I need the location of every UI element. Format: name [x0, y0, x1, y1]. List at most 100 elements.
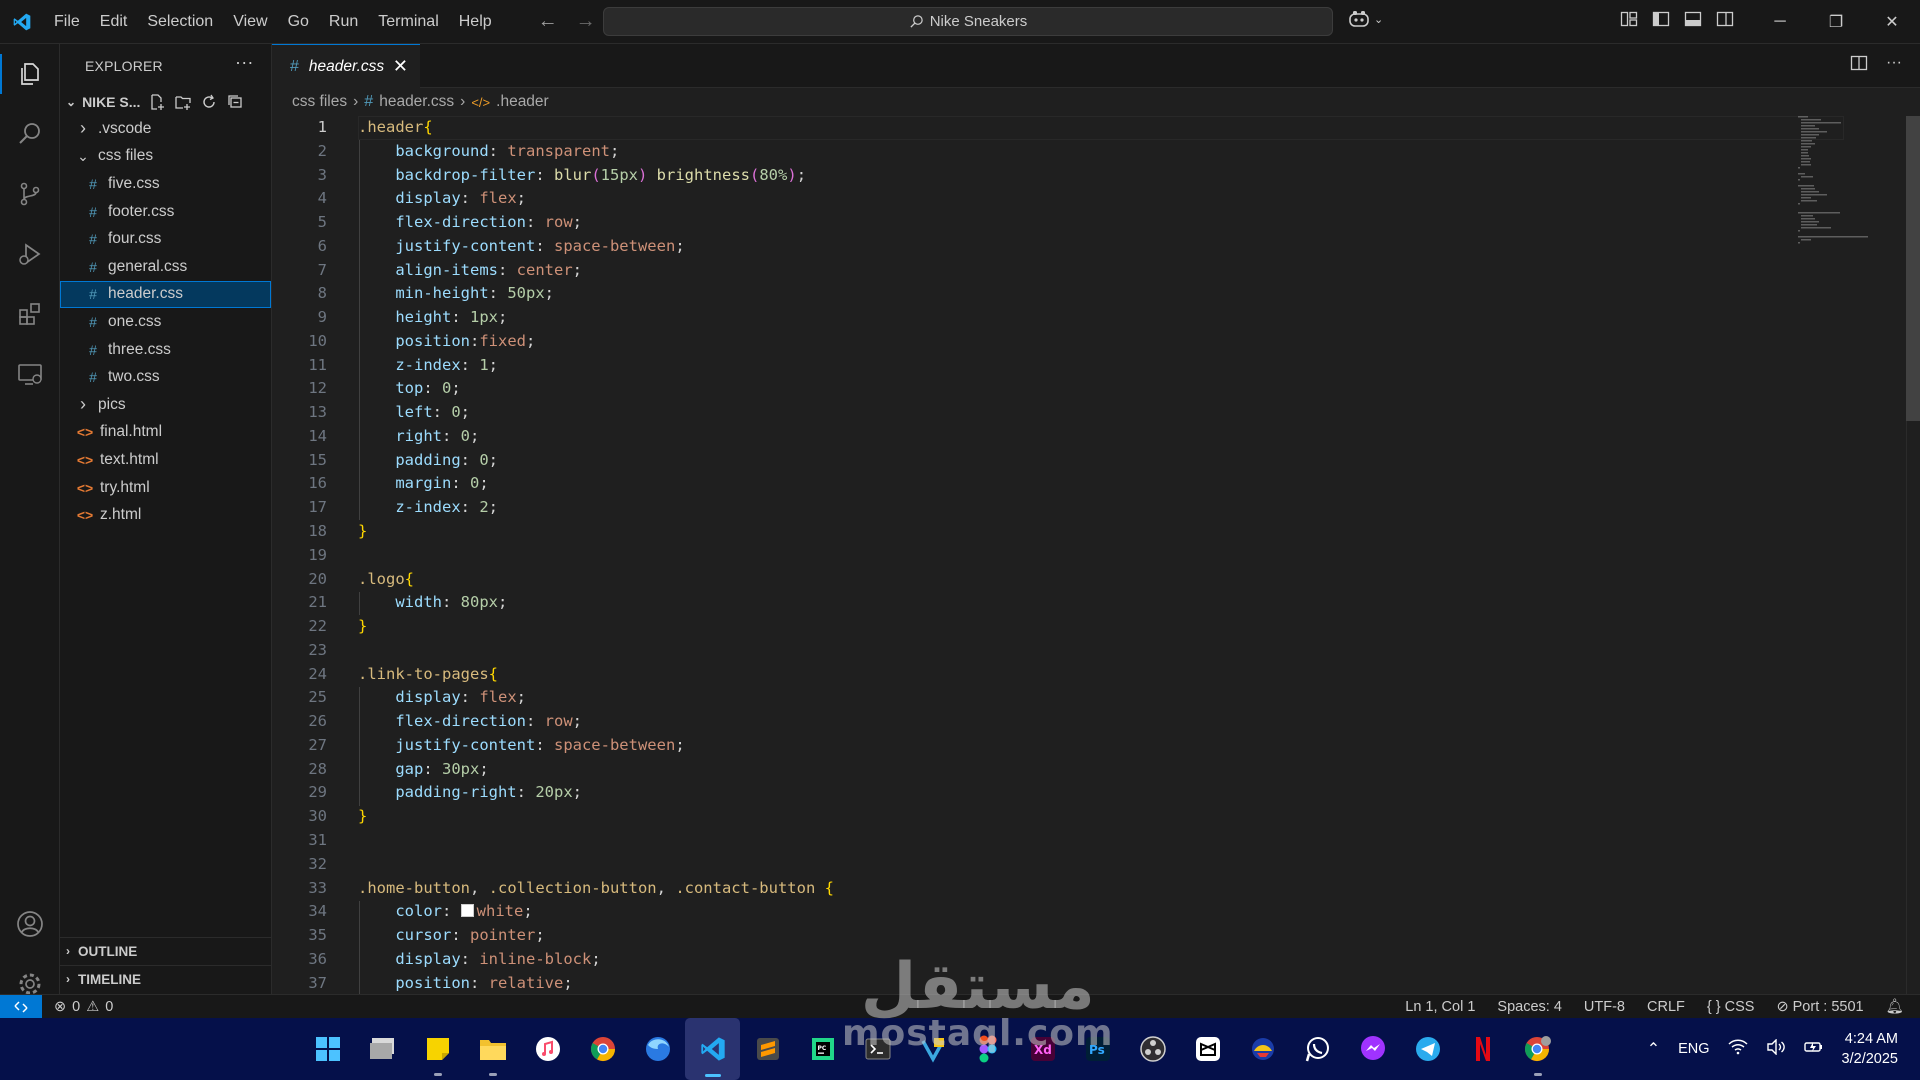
file-item[interactable]: # two.css [60, 363, 271, 391]
file-encoding[interactable]: UTF-8 [1584, 999, 1625, 1015]
itunes-icon[interactable] [520, 1018, 575, 1080]
breadcrumb-symbol[interactable]: .header [496, 93, 549, 111]
extensions-icon[interactable] [0, 284, 60, 344]
volume-icon[interactable] [1766, 1038, 1786, 1059]
customize-layout-icon[interactable] [1620, 10, 1638, 28]
desktop-app-icon[interactable] [355, 1018, 410, 1080]
workspace-folder-header[interactable]: ⌄ NIKE S... [60, 88, 271, 115]
menu-terminal[interactable]: Terminal [368, 0, 448, 44]
folder-item[interactable]: › .vscode [60, 115, 271, 143]
forward-arrow-icon[interactable]: → [576, 10, 596, 33]
restore-button[interactable]: ❐ [1808, 0, 1864, 44]
language-mode[interactable]: { } CSS [1707, 999, 1755, 1015]
wifi-icon[interactable] [1728, 1039, 1748, 1059]
chrome-icon[interactable] [575, 1018, 630, 1080]
toggle-panel-icon[interactable] [1684, 10, 1702, 28]
command-center-search[interactable]: Nike Sneakers [603, 7, 1333, 36]
more-actions-icon[interactable]: ··· [1886, 54, 1902, 72]
folder-item[interactable]: ⌄ css files [60, 143, 271, 171]
explorer-icon[interactable] [0, 44, 60, 104]
pycharm-icon[interactable]: PC [795, 1018, 850, 1080]
red-yellow-app-icon[interactable] [1235, 1018, 1290, 1080]
file-item[interactable]: <> z.html [60, 501, 271, 529]
code-text[interactable]: .header{ background: transparent; backdr… [358, 116, 834, 994]
netflix-icon[interactable] [1455, 1018, 1510, 1080]
remote-indicator-icon[interactable] [0, 994, 42, 1019]
figma-icon[interactable] [960, 1018, 1015, 1080]
code-token: ) [637, 165, 648, 184]
close-tab-icon[interactable]: ✕ [393, 56, 408, 77]
toggle-secondary-sidebar-icon[interactable] [1716, 10, 1734, 28]
file-item[interactable]: <> final.html [60, 419, 271, 447]
breadcrumb-folder[interactable]: css files [292, 93, 347, 111]
file-item[interactable]: <> text.html [60, 446, 271, 474]
folder-item[interactable]: › pics [60, 391, 271, 419]
chrome-profile-icon[interactable] [1510, 1018, 1565, 1080]
chevron-up-icon[interactable]: ⌃ [1647, 1039, 1660, 1059]
menu-file[interactable]: File [44, 0, 90, 44]
breadcrumb-file[interactable]: header.css [379, 93, 454, 111]
problems-indicator[interactable]: ⊗ 0 ⚠ 0 [54, 999, 113, 1015]
end-of-line[interactable]: CRLF [1647, 999, 1685, 1015]
more-actions-icon[interactable]: ··· [235, 52, 254, 73]
file-item[interactable]: # three.css [60, 336, 271, 364]
firefox-icon[interactable] [630, 1018, 685, 1080]
battery-charging-icon[interactable] [1803, 1039, 1824, 1059]
search-icon[interactable] [0, 104, 60, 164]
terminal-icon[interactable] [850, 1018, 905, 1080]
code-editor[interactable]: 1 2 3 4 5 6 7 8 9 10 11 12 13 14 15 16 17 18 19 20 21 22 23 24 2… [272, 116, 1920, 994]
file-item[interactable]: # footer.css [60, 198, 271, 226]
source-control-icon[interactable] [0, 164, 60, 224]
photoshop-icon[interactable]: Ps [1070, 1018, 1125, 1080]
vscode-icon[interactable] [685, 1018, 740, 1080]
minimize-button[interactable]: ─ [1752, 0, 1808, 44]
telegram-icon[interactable] [1400, 1018, 1455, 1080]
file-item[interactable]: # header.css [60, 280, 271, 309]
run-debug-icon[interactable] [0, 224, 60, 284]
messenger-icon[interactable] [1345, 1018, 1400, 1080]
file-item[interactable]: # one.css [60, 308, 271, 336]
sticky-notes-icon[interactable] [410, 1018, 465, 1080]
toggle-primary-sidebar-icon[interactable] [1652, 10, 1670, 28]
menu-view[interactable]: View [223, 0, 277, 44]
outline-section-header[interactable]: › OUTLINE [60, 937, 272, 964]
file-item[interactable]: # four.css [60, 225, 271, 253]
indentation[interactable]: Spaces: 4 [1497, 999, 1562, 1015]
file-item[interactable]: # five.css [60, 170, 271, 198]
split-editor-icon[interactable] [1850, 54, 1868, 72]
obs-icon[interactable] [1125, 1018, 1180, 1080]
new-folder-icon[interactable] [174, 93, 192, 111]
menu-go[interactable]: Go [278, 0, 319, 44]
accounts-icon[interactable] [0, 894, 60, 954]
windows-start-icon[interactable] [300, 1018, 355, 1080]
menu-edit[interactable]: Edit [90, 0, 138, 44]
menu-selection[interactable]: Selection [137, 0, 223, 44]
capcut-icon[interactable] [1180, 1018, 1235, 1080]
adobe-xd-icon[interactable]: Xd [1015, 1018, 1070, 1080]
copilot-button[interactable]: ⌄ [1348, 10, 1383, 28]
notifications-bell-icon[interactable]: 🔔︎ [1886, 998, 1904, 1015]
menu-help[interactable]: Help [449, 0, 502, 44]
vertical-scrollbar[interactable] [1906, 116, 1920, 994]
file-item[interactable]: <> try.html [60, 474, 271, 502]
scrollbar-thumb[interactable] [1906, 116, 1920, 421]
vs-app-icon[interactable] [905, 1018, 960, 1080]
whatsapp-icon[interactable] [1290, 1018, 1345, 1080]
timeline-section-header[interactable]: › TIMELINE [60, 965, 272, 992]
collapse-all-icon[interactable] [226, 93, 244, 111]
clock[interactable]: 4:24 AM 3/2/2025 [1842, 1029, 1898, 1069]
new-file-icon[interactable] [148, 93, 166, 111]
input-language[interactable]: ENG [1678, 1041, 1709, 1057]
minimap[interactable] [1798, 116, 1888, 256]
menu-run[interactable]: Run [319, 0, 368, 44]
file-item[interactable]: # general.css [60, 253, 271, 281]
refresh-icon[interactable] [200, 93, 218, 111]
sublime-text-icon[interactable] [740, 1018, 795, 1080]
close-window-button[interactable]: ✕ [1864, 0, 1920, 44]
tab-header-css[interactable]: # header.css ✕ [272, 44, 420, 88]
back-arrow-icon[interactable]: ← [538, 10, 558, 33]
cursor-position[interactable]: Ln 1, Col 1 [1405, 999, 1475, 1015]
file-explorer-icon[interactable] [465, 1018, 520, 1080]
remote-explorer-icon[interactable] [0, 344, 60, 404]
live-server-port[interactable]: ⊘ Port : 5501 [1776, 999, 1863, 1015]
